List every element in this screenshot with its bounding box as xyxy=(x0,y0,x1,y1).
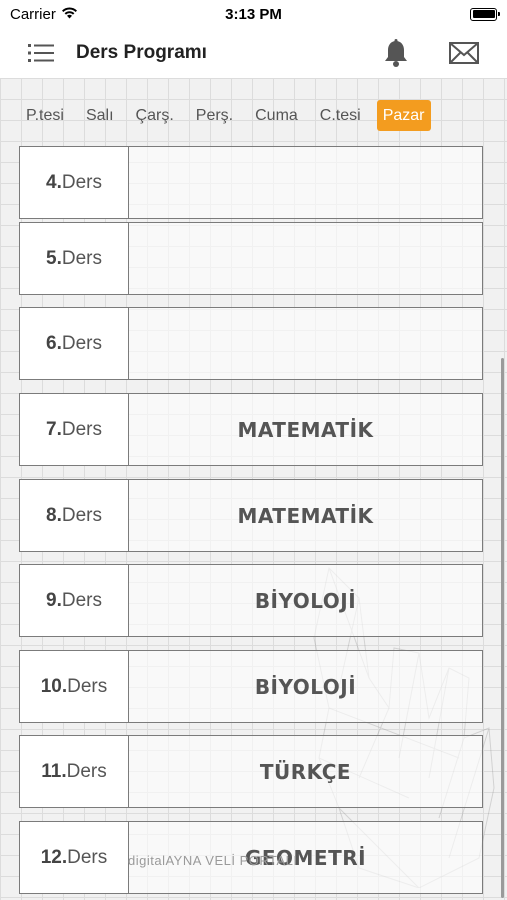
lesson-subject: BİYOLOJİ xyxy=(254,674,357,699)
lesson-number: 4. Ders xyxy=(20,147,129,218)
lesson-suffix: Ders xyxy=(61,247,102,269)
lesson-index: 10. xyxy=(40,675,68,697)
schedule-area: P.tesi Salı Çarş. Perş. Cuma C.tesi Pazar 4. De… xyxy=(0,78,507,900)
lesson-suffix: Ders xyxy=(61,589,102,611)
lesson-number: 7. Ders xyxy=(20,394,129,465)
mail-icon[interactable] xyxy=(449,42,479,64)
lesson-suffix: Ders xyxy=(67,675,108,697)
lesson-suffix: Ders xyxy=(61,418,102,440)
wifi-icon xyxy=(61,6,78,23)
lesson-row: 6. Ders xyxy=(19,307,483,380)
lesson-suffix: Ders xyxy=(66,760,107,782)
day-tab-1[interactable]: Salı xyxy=(80,100,120,131)
lesson-row: 9. Ders BİYOLOJİ xyxy=(19,564,483,637)
lesson-subject: MATEMATİK xyxy=(237,417,374,442)
lesson-suffix: Ders xyxy=(61,332,102,354)
day-tab-2[interactable]: Çarş. xyxy=(130,100,180,131)
status-bar: Carrier 3:13 PM xyxy=(0,0,507,28)
lesson-suffix: Ders xyxy=(67,846,108,868)
lesson-index: 9. xyxy=(46,589,62,611)
lesson-suffix: Ders xyxy=(61,504,102,526)
menu-icon[interactable] xyxy=(28,43,54,63)
lesson-subject xyxy=(129,223,482,294)
lesson-row: 4. Ders xyxy=(19,146,483,219)
lesson-subject: TÜRKÇE xyxy=(259,759,352,784)
lesson-subject xyxy=(129,308,482,379)
lesson-row: 11. Ders TÜRKÇE xyxy=(19,735,483,808)
lesson-number: 5. Ders xyxy=(20,223,129,294)
lesson-number: 11. Ders xyxy=(20,736,129,807)
lesson-index: 8. xyxy=(46,504,62,526)
lesson-index: 5. xyxy=(46,247,62,269)
nav-bar: Ders Programı xyxy=(0,28,507,78)
lesson-index: 12. xyxy=(40,846,68,868)
page-title: Ders Programı xyxy=(76,42,207,63)
day-tabs: P.tesi Salı Çarş. Perş. Cuma C.tesi Pazar xyxy=(0,78,507,153)
lesson-index: 6. xyxy=(46,332,62,354)
lesson-subject: MATEMATİK xyxy=(237,503,374,528)
lesson-index: 7. xyxy=(46,418,62,440)
lesson-row: 5. Ders xyxy=(19,222,483,295)
lesson-index: 11. xyxy=(41,760,67,782)
lesson-number: 10. Ders xyxy=(20,651,129,722)
carrier-label: Carrier xyxy=(10,5,56,23)
lesson-number: 9. Ders xyxy=(20,565,129,636)
lesson-row: 7. Ders MATEMATİK xyxy=(19,393,483,466)
lesson-row: 10. Ders BİYOLOJİ xyxy=(19,650,483,723)
lesson-row: 8. Ders MATEMATİK xyxy=(19,479,483,552)
lesson-subject xyxy=(129,147,482,218)
lesson-number: 6. Ders xyxy=(20,308,129,379)
lesson-number: 12. Ders xyxy=(20,822,129,893)
day-tab-4[interactable]: Cuma xyxy=(249,100,304,131)
lesson-number: 8. Ders xyxy=(20,480,129,551)
bell-icon[interactable] xyxy=(383,39,409,67)
watermark: digitalAYNA VELİ PORTALI xyxy=(128,853,298,868)
day-tab-0[interactable]: P.tesi xyxy=(20,100,70,131)
day-tab-3[interactable]: Perş. xyxy=(190,100,239,131)
battery-icon xyxy=(470,7,500,21)
lesson-suffix: Ders xyxy=(61,171,102,193)
scrollbar[interactable] xyxy=(501,358,504,898)
lesson-index: 4. xyxy=(46,171,62,193)
day-tab-5[interactable]: C.tesi xyxy=(314,100,367,131)
day-tab-6[interactable]: Pazar xyxy=(376,100,431,131)
lesson-subject: BİYOLOJİ xyxy=(254,588,357,613)
